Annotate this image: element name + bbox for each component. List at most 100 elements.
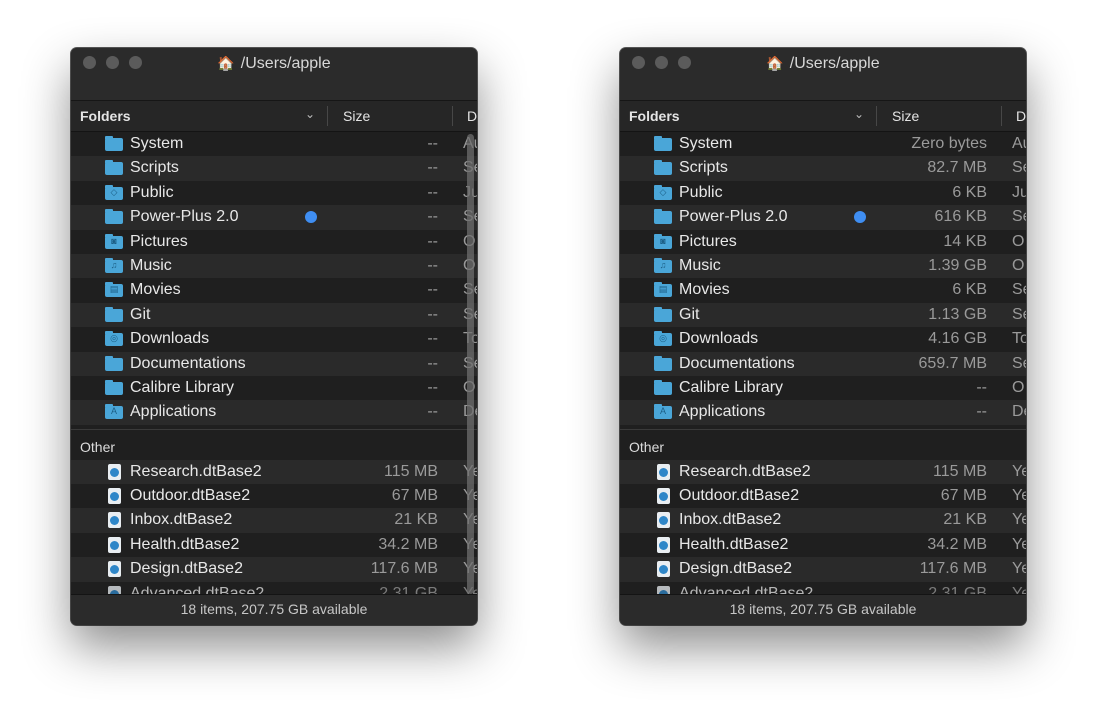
folder-size: -- (427, 256, 438, 274)
folder-name: Git (679, 305, 700, 323)
database-row[interactable]: Inbox.dtBase221 KBYe (620, 508, 1026, 533)
folder-icon: A (654, 404, 672, 420)
folder-date: Se (1012, 208, 1026, 226)
folder-row[interactable]: ◇ Public 6 KB Ju (620, 181, 1026, 205)
folder-size: -- (427, 403, 438, 421)
folder-size: 1.13 GB (928, 305, 987, 323)
column-size[interactable]: Size (892, 108, 919, 124)
folder-icon (105, 209, 123, 225)
folder-icon: ♫ (105, 257, 123, 273)
folder-name: Applications (679, 403, 766, 421)
database-row[interactable]: Outdoor.dtBase267 MBYe (620, 484, 1026, 508)
database-size: 115 MB (933, 462, 987, 480)
folder-row[interactable]: ♫ Music 1.39 GB O (620, 253, 1026, 279)
folder-icon: ◎ (105, 331, 123, 347)
database-row[interactable]: Research.dtBase2115 MBYe (71, 459, 477, 485)
database-name: Inbox.dtBase2 (130, 511, 233, 529)
folder-row[interactable]: Scripts 82.7 MB Se (620, 156, 1026, 181)
database-row[interactable]: Outdoor.dtBase267 MBYe (71, 484, 477, 508)
folder-row[interactable]: System Zero bytes Au (620, 132, 1026, 156)
folder-name: Git (130, 305, 151, 323)
chevron-down-icon[interactable]: ⌄ (305, 107, 315, 121)
folder-size: -- (427, 305, 438, 323)
folder-name: Music (679, 256, 721, 274)
blue-tag-icon (854, 211, 866, 224)
folder-row[interactable]: Calibre Library--O (71, 376, 477, 400)
folder-name: Calibre Library (130, 378, 235, 396)
database-row[interactable]: Design.dtBase2117.6 MBYe (71, 557, 477, 582)
folder-name: Music (130, 256, 172, 274)
chevron-down-icon[interactable]: ⌄ (854, 107, 864, 121)
folder-icon: ▤ (105, 282, 123, 298)
folder-row[interactable]: Git 1.13 GB Se (620, 302, 1026, 328)
folder-row[interactable]: Documentations--Se (71, 351, 477, 376)
column-date[interactable]: D (467, 108, 477, 124)
database-row[interactable]: Research.dtBase2115 MBYe (620, 459, 1026, 485)
folder-name: Downloads (130, 330, 210, 348)
database-date: Ye (1012, 560, 1026, 578)
folder-name: Movies (130, 281, 181, 299)
column-divider[interactable] (876, 106, 877, 126)
column-divider[interactable] (327, 106, 328, 126)
folder-size: -- (427, 281, 438, 299)
database-name: Advanced.dtBase2 (130, 584, 265, 595)
folder-name: Scripts (679, 159, 728, 177)
folder-glyph-icon: ◇ (110, 186, 118, 197)
folder-row[interactable]: Documentations 659.7 MB Se (620, 351, 1026, 376)
folder-row[interactable]: ◎ Downloads 4.16 GB To (620, 327, 1026, 351)
column-folders[interactable]: Folders (629, 108, 680, 124)
database-name: Advanced.dtBase2 (679, 584, 814, 595)
folder-size: -- (427, 330, 438, 348)
column-size[interactable]: Size (343, 108, 370, 124)
title-bar: 🏠 /Users/apple (71, 48, 477, 101)
folder-name: Scripts (130, 159, 179, 177)
column-header: Folders ⌄ Size D (71, 101, 477, 132)
folder-size: 6 KB (952, 281, 987, 299)
home-icon: 🏠 (766, 55, 784, 71)
folder-row[interactable]: ◇Public--Ju (71, 181, 477, 205)
column-folders[interactable]: Folders (80, 108, 131, 124)
column-divider[interactable] (1001, 106, 1002, 126)
database-date: Ye (1012, 487, 1026, 505)
folder-row[interactable]: ◙Pictures--O (71, 230, 477, 254)
folder-row[interactable]: Calibre Library--O (620, 376, 1026, 400)
column-date[interactable]: D (1016, 108, 1026, 124)
file-list: System Zero bytes Au Scripts 82.7 MB Se ◇ Publi… (620, 132, 1026, 595)
folder-icon: ◇ (654, 184, 672, 200)
folder-size: -- (427, 183, 438, 201)
folder-row[interactable]: AApplications--De (71, 400, 477, 425)
database-row-partial[interactable]: Advanced.dtBase22.31 GBYe (620, 582, 1026, 595)
folder-row[interactable]: ▤ Movies 6 KB Se (620, 278, 1026, 302)
folder-date: Ju (1012, 183, 1026, 201)
column-divider[interactable] (452, 106, 453, 126)
database-row[interactable]: Health.dtBase234.2 MBYe (71, 533, 477, 557)
section-label: Other (629, 438, 665, 455)
database-row-partial[interactable]: Advanced.dtBase22.31 GBYe (71, 582, 477, 595)
folder-name: Documentations (679, 354, 795, 372)
folder-row[interactable]: Power-Plus 2.0--Se (71, 205, 477, 230)
scrollbar[interactable] (467, 134, 474, 594)
folder-glyph-icon: ♫ (659, 259, 667, 270)
folder-row[interactable]: Git--Se (71, 302, 477, 328)
folder-row[interactable]: ♫Music--O (71, 253, 477, 279)
database-row[interactable]: Health.dtBase234.2 MBYe (620, 533, 1026, 557)
folder-row[interactable]: Scripts--Se (71, 156, 477, 181)
folder-size: 659.7 MB (918, 354, 987, 372)
folder-name: Pictures (679, 232, 737, 250)
database-date: Ye (1012, 511, 1026, 529)
database-icon (657, 463, 670, 480)
folder-row[interactable]: AApplications--De (620, 400, 1026, 425)
folder-name: Applications (130, 403, 217, 421)
folder-icon (654, 355, 672, 371)
folder-name: Documentations (130, 354, 246, 372)
database-row[interactable]: Inbox.dtBase221 KBYe (71, 508, 477, 533)
folder-row[interactable]: System--Au (71, 132, 477, 156)
folder-row[interactable]: ◙ Pictures 14 KB O (620, 230, 1026, 254)
folder-row[interactable]: ▤Movies--Se (71, 278, 477, 302)
folder-row[interactable]: Power-Plus 2.0 616 KB Se (620, 205, 1026, 230)
folder-icon (654, 209, 672, 225)
window-title: 🏠 /Users/apple (620, 55, 1026, 73)
database-row[interactable]: Design.dtBase2117.6 MBYe (620, 557, 1026, 582)
window-title-text: /Users/apple (240, 55, 331, 72)
folder-row[interactable]: ◎Downloads--To (71, 327, 477, 351)
